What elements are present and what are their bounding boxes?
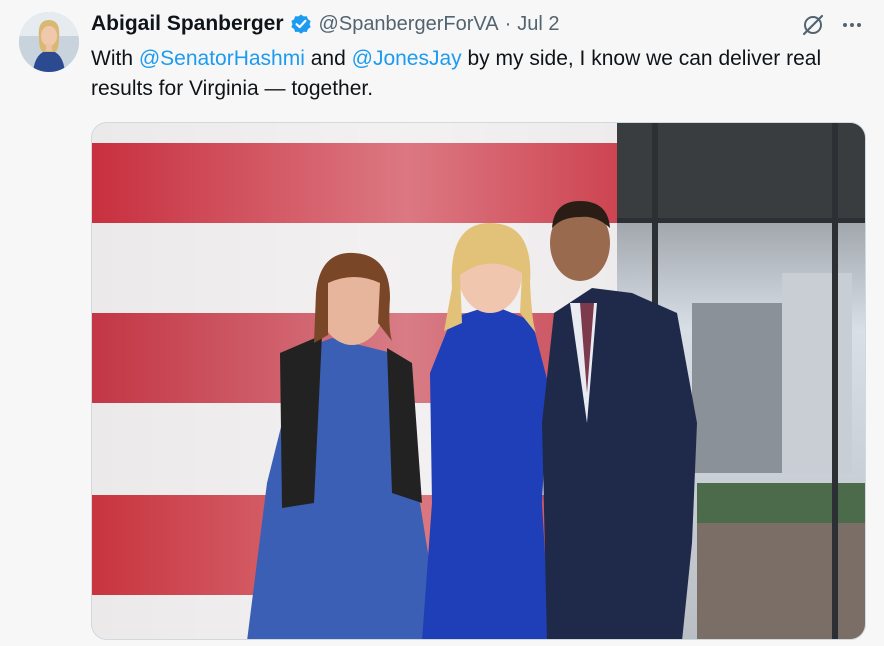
author-handle[interactable]: @SpanbergerForVA <box>319 13 499 36</box>
author-name[interactable]: Abigail Spanberger <box>91 12 284 36</box>
tweet-text: With @SenatorHashmi and @JonesJay by my … <box>91 44 861 104</box>
separator-dot: · <box>504 12 512 35</box>
tweet-text-part: and <box>304 47 352 70</box>
verified-badge-icon[interactable] <box>289 12 313 36</box>
mention-link-jonesjay[interactable]: @JonesJay <box>352 47 462 70</box>
tweet-text-part: With <box>91 47 139 70</box>
tweet-header: Abigail Spanberger @SpanbergerForVA · Ju… <box>91 9 560 39</box>
tweet-date[interactable]: Jul 2 <box>517 13 559 36</box>
tweet[interactable]: Abigail Spanberger @SpanbergerForVA · Ju… <box>0 0 884 646</box>
author-avatar[interactable] <box>19 12 79 72</box>
more-options-icon[interactable] <box>840 13 864 37</box>
tweet-photo[interactable] <box>91 122 866 640</box>
grok-icon[interactable] <box>801 13 825 37</box>
mention-link-senatorhashmi[interactable]: @SenatorHashmi <box>139 47 305 70</box>
